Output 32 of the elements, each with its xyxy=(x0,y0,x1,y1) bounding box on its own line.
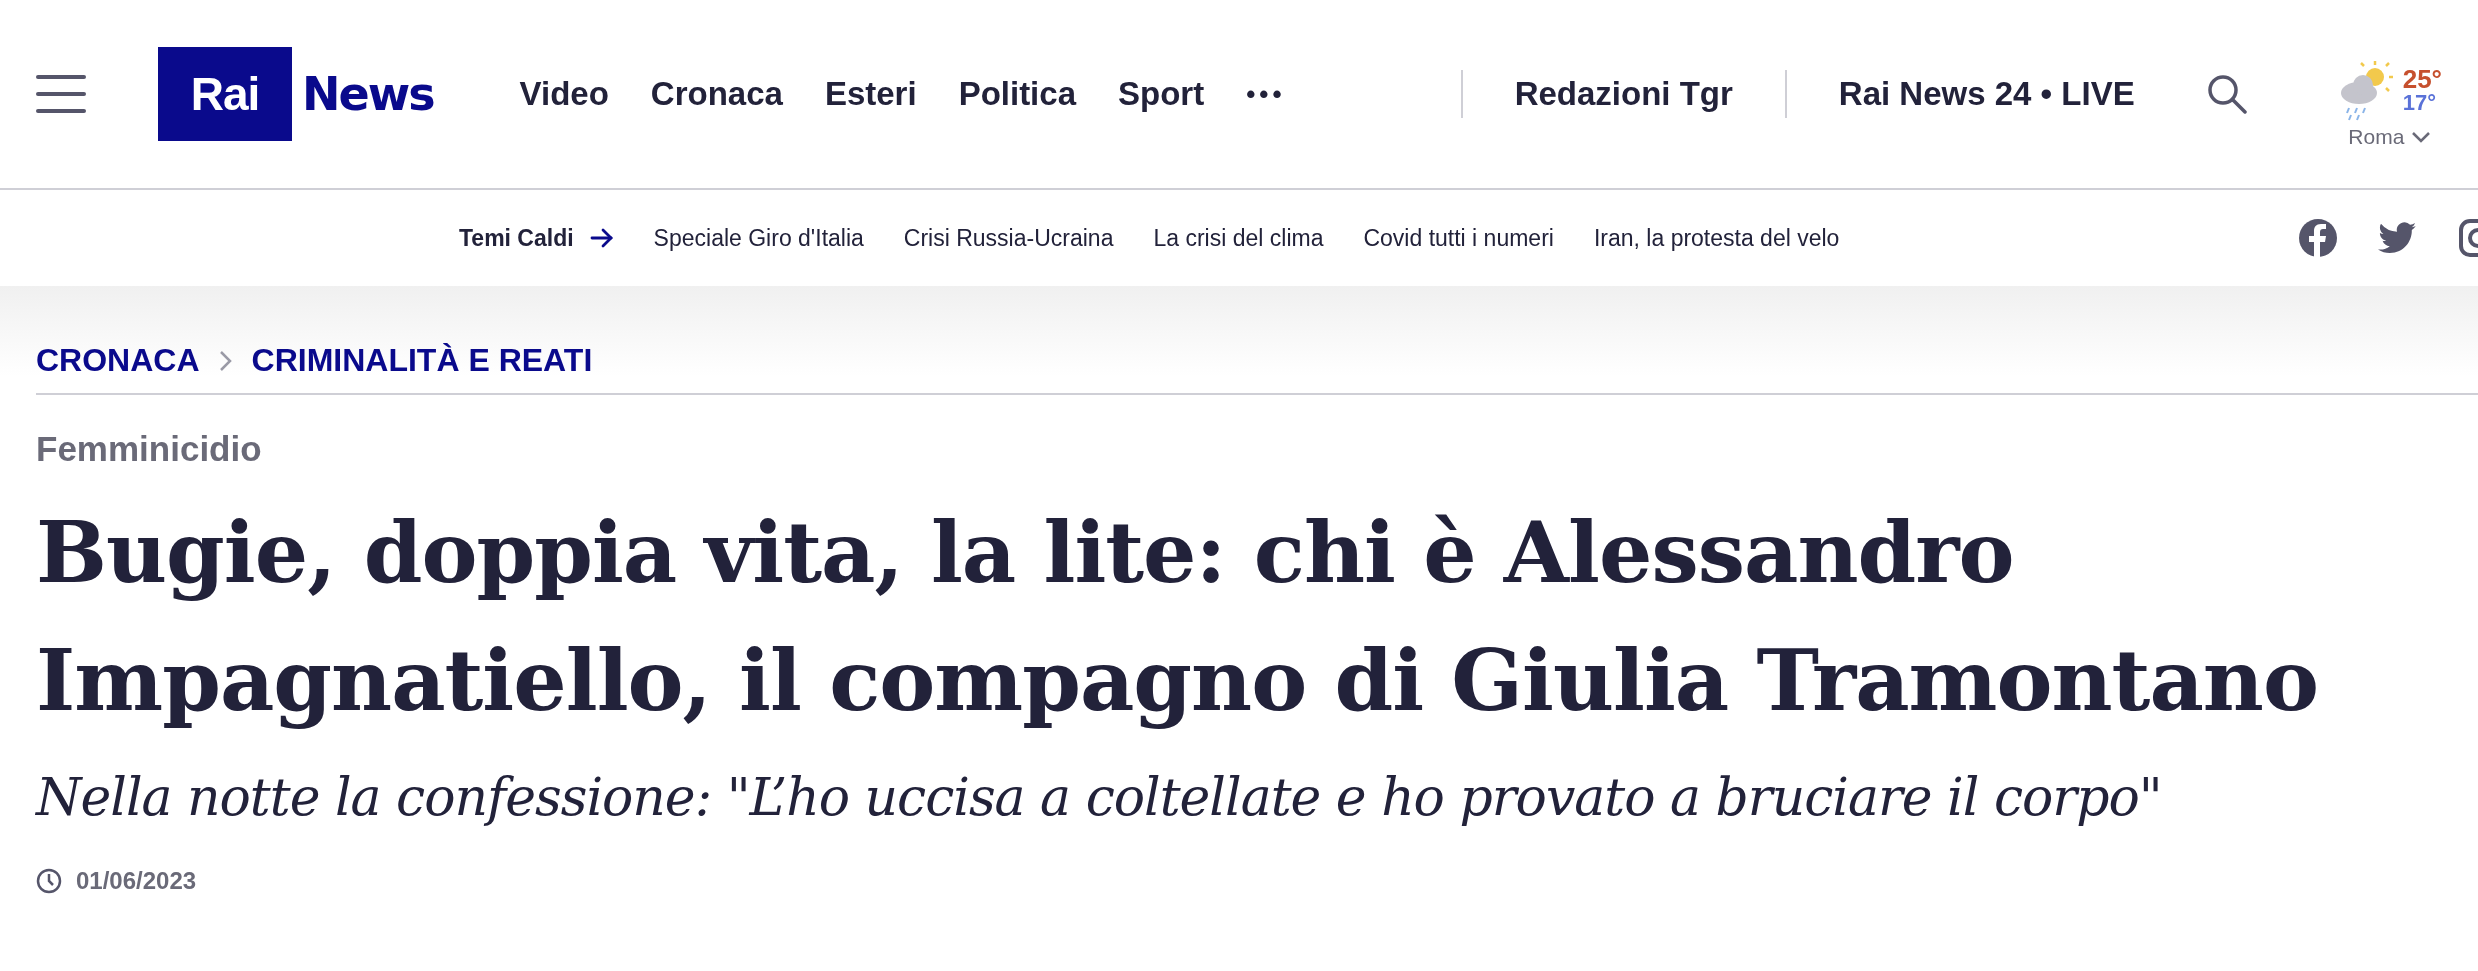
hot-topics-label[interactable]: Temi Caldi xyxy=(459,224,574,252)
topic-link[interactable]: Speciale Giro d'Italia xyxy=(653,224,864,252)
nav-link[interactable]: Cronaca xyxy=(650,75,783,113)
chevron-right-icon xyxy=(217,349,234,372)
article-headline: Bugie, doppia vita, la lite: chi è Alessandro Impagnatiello, il compagno di Giulia Tramontano xyxy=(36,502,2319,732)
category-tag[interactable]: Femminicidio xyxy=(36,429,2442,469)
nav-link[interactable]: Esteri xyxy=(824,75,917,113)
nav-link[interactable]: Redazioni Tgr xyxy=(1514,75,1733,113)
logo-mark[interactable]: Rai xyxy=(158,47,292,141)
nav-link[interactable]: Video xyxy=(519,75,609,113)
more-button[interactable]: ••• xyxy=(1246,78,1286,110)
nav-link[interactable]: Politica xyxy=(958,75,1076,113)
topic-link[interactable]: Covid tutti i numeri xyxy=(1363,224,1554,252)
chevron-down-icon[interactable] xyxy=(2412,131,2431,143)
breadcrumb-link[interactable]: CRIMINALITÀ E REATI xyxy=(251,342,593,379)
search-icon[interactable] xyxy=(2206,74,2247,114)
topic-link[interactable]: Iran, la protesta del velo xyxy=(1593,224,1840,252)
topic-link[interactable]: Crisi Russia-Ucraina xyxy=(903,224,1114,252)
low-temperature: 17° xyxy=(2402,92,2436,114)
arrow-right-icon xyxy=(589,228,614,248)
topic-link[interactable]: La crisi del clima xyxy=(1153,224,1324,252)
menu-icon[interactable] xyxy=(36,73,86,115)
city-label[interactable]: Roma xyxy=(2348,125,2405,149)
nav-link[interactable]: Sport xyxy=(1118,75,1205,113)
clock-icon xyxy=(36,868,62,894)
high-temperature: 25° xyxy=(2402,66,2442,92)
article-subtitle: Nella notte la confessione: "L’ho uccisa a coltellate e ho provato a bruciare il corpo" xyxy=(36,767,2163,827)
nav-link[interactable]: Rai News 24 • LIVE xyxy=(1838,75,2135,113)
breadcrumb-link[interactable]: CRONACA xyxy=(36,342,200,379)
publish-date: 01/06/2023 xyxy=(76,867,197,895)
facebook-icon[interactable] xyxy=(2298,218,2338,258)
logo-text[interactable]: News xyxy=(302,67,434,121)
